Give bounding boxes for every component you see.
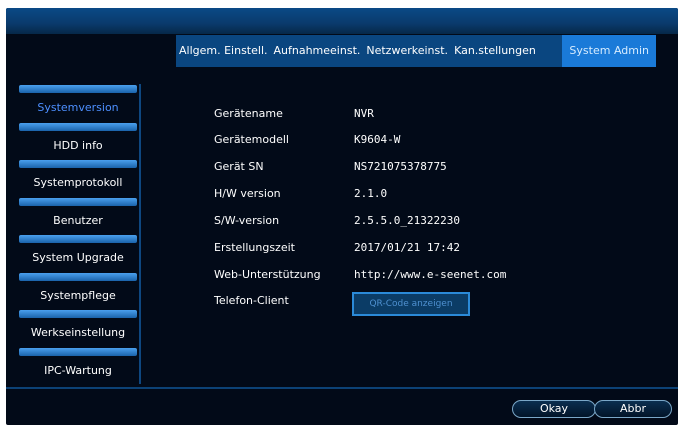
ok-button[interactable]: Okay bbox=[512, 400, 596, 418]
sidebar-item-system-upgrade[interactable]: System Upgrade bbox=[17, 234, 139, 272]
info-row-phone-client: Telefon-Client bbox=[214, 289, 354, 311]
info-row-serial-number: Gerät SN NS721075378775 bbox=[214, 155, 447, 177]
sidebar-item-label: Systemprotokoll bbox=[33, 176, 123, 190]
title-bar bbox=[6, 8, 678, 34]
tab-system-admin[interactable]: System Admin bbox=[562, 35, 656, 67]
field-value: 2.1.0 bbox=[354, 186, 388, 200]
sidebar-item-label: Systempflege bbox=[40, 288, 116, 302]
field-label: Web-Unterstützung bbox=[214, 267, 321, 281]
sidebar-item-systemversion[interactable]: Systemversion bbox=[17, 84, 139, 122]
cancel-button[interactable]: Abbr bbox=[594, 400, 672, 418]
info-row-web-support: Web-Unterstützung http://www.e-seenet.co… bbox=[214, 263, 506, 285]
field-label: S/W-version bbox=[214, 213, 280, 227]
sidebar-item-hdd-info[interactable]: HDD info bbox=[17, 122, 139, 160]
tab-network-settings[interactable]: Netzwerkeinst. bbox=[363, 35, 451, 67]
field-label: H/W version bbox=[214, 186, 281, 200]
sidebar-item-benutzer[interactable]: Benutzer bbox=[17, 197, 139, 235]
footer-divider bbox=[6, 387, 678, 389]
info-row-build-time: Erstellungszeit 2017/01/21 17:42 bbox=[214, 236, 460, 258]
field-label: Telefon-Client bbox=[214, 293, 289, 307]
field-label: Erstellungszeit bbox=[214, 240, 295, 254]
info-row-hw-version: H/W version 2.1.0 bbox=[214, 182, 387, 204]
field-value: K9604-W bbox=[354, 132, 401, 146]
sidebar-item-werkseinstellung[interactable]: Werkseinstellung bbox=[17, 309, 139, 347]
info-row-device-name: Gerätename NVR bbox=[214, 102, 374, 124]
field-value: 2.5.5.0_21322230 bbox=[354, 213, 460, 227]
show-qr-code-button[interactable]: QR-Code anzeigen bbox=[352, 292, 470, 316]
tab-channel-settings[interactable]: Kan.stellungen bbox=[451, 35, 539, 67]
tab-bar: Allgem. Einstell. Aufnahmeeinst. Netzwer… bbox=[176, 35, 656, 67]
field-value: NVR bbox=[354, 106, 374, 120]
sidebar-item-systemprotokoll[interactable]: Systemprotokoll bbox=[17, 159, 139, 197]
field-label: Gerätename bbox=[214, 106, 283, 120]
sidebar-item-label: HDD info bbox=[53, 138, 103, 152]
info-row-sw-version: S/W-version 2.5.5.0_21322230 bbox=[214, 209, 460, 231]
field-label: Gerät SN bbox=[214, 159, 264, 173]
tab-recording-settings[interactable]: Aufnahmeeinst. bbox=[271, 35, 364, 67]
sidebar-item-label: Werkseinstellung bbox=[30, 326, 126, 340]
info-row-device-model: Gerätemodell K9604-W bbox=[214, 128, 400, 150]
field-value: NS721075378775 bbox=[354, 159, 447, 173]
sidebar-item-label: Systemversion bbox=[37, 101, 119, 115]
sidebar-item-systempflege[interactable]: Systempflege bbox=[17, 272, 139, 310]
sidebar-item-label: Benutzer bbox=[53, 213, 103, 227]
tab-general-settings[interactable]: Allgem. Einstell. bbox=[176, 35, 271, 67]
nvr-settings-window: Allgem. Einstell. Aufnahmeeinst. Netzwer… bbox=[6, 8, 678, 425]
field-value: 2017/01/21 17:42 bbox=[354, 240, 460, 254]
field-label: Gerätemodell bbox=[214, 132, 289, 146]
sidebar-item-label: System Upgrade bbox=[32, 251, 124, 265]
sidebar-menu: Systemversion HDD info Systemprotokoll B… bbox=[17, 84, 141, 384]
web-url-value: http://www.e-seenet.com bbox=[354, 267, 507, 281]
sidebar-item-ipc-wartung[interactable]: IPC-Wartung bbox=[17, 347, 139, 385]
sidebar-item-label: IPC-Wartung bbox=[44, 363, 112, 377]
